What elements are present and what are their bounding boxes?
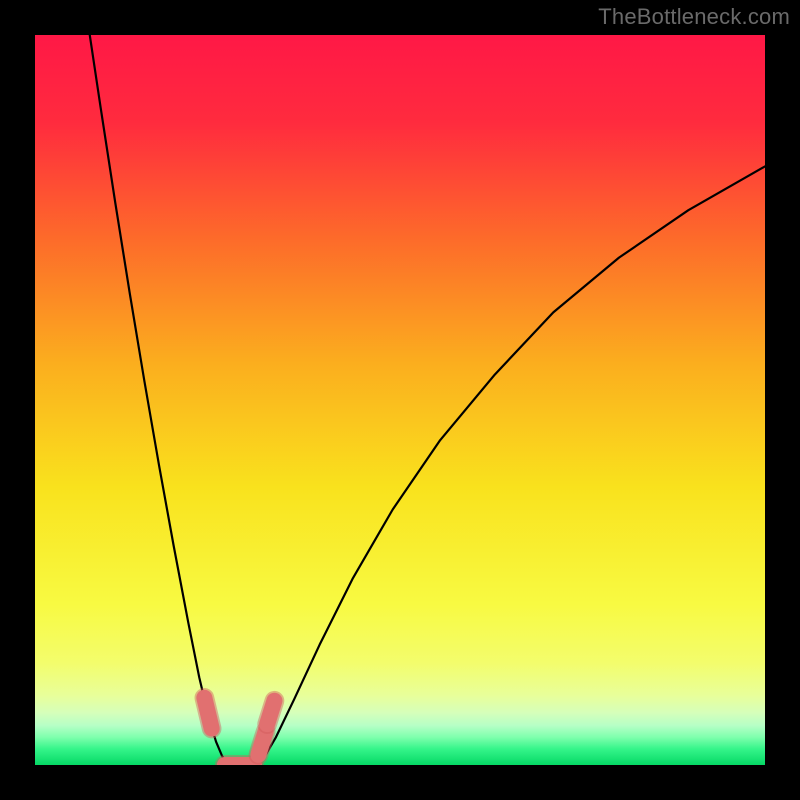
watermark-text: TheBottleneck.com <box>598 4 790 30</box>
curve-right-branch <box>256 166 765 765</box>
marker-capsule <box>204 698 211 729</box>
plot-area <box>35 35 765 765</box>
curve-left-branch <box>90 35 230 765</box>
marker-capsule <box>258 731 265 754</box>
outer-frame: TheBottleneck.com <box>0 0 800 800</box>
curve-layer <box>35 35 765 765</box>
marker-capsule <box>267 701 274 724</box>
marker-group <box>204 698 274 765</box>
